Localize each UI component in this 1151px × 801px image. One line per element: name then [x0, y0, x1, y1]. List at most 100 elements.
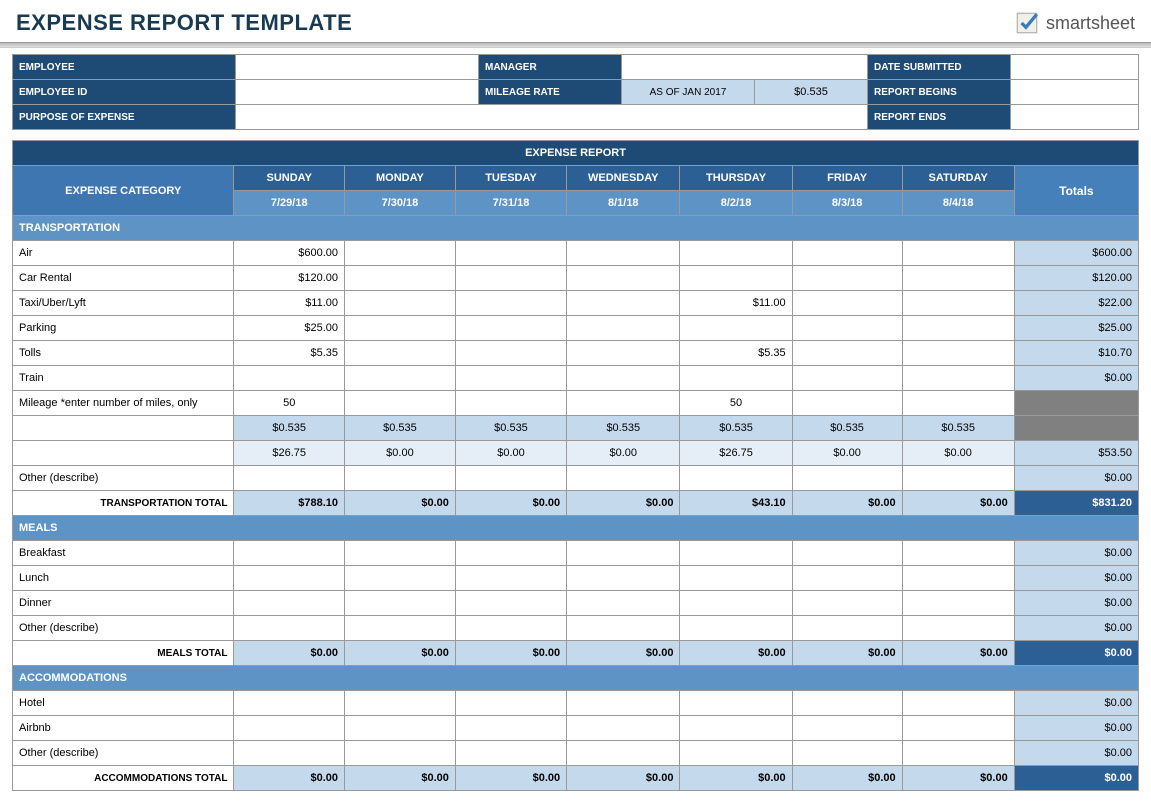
expense-cell[interactable] [567, 241, 680, 266]
expense-cell[interactable] [345, 466, 456, 491]
expense-cell[interactable] [680, 266, 792, 291]
expense-cell[interactable] [345, 291, 456, 316]
expense-cell[interactable] [792, 241, 902, 266]
expense-cell[interactable] [902, 241, 1014, 266]
expense-cell[interactable]: $26.75 [680, 441, 792, 466]
expense-cell[interactable]: $0.00 [455, 441, 566, 466]
expense-cell[interactable] [902, 541, 1014, 566]
expense-cell[interactable]: $0.535 [455, 416, 566, 441]
expense-cell[interactable] [455, 716, 566, 741]
expense-cell[interactable]: 50 [234, 391, 345, 416]
expense-cell[interactable] [902, 466, 1014, 491]
expense-cell[interactable] [455, 691, 566, 716]
expense-cell[interactable]: $600.00 [234, 241, 345, 266]
expense-cell[interactable]: 50 [680, 391, 792, 416]
expense-cell[interactable] [902, 291, 1014, 316]
expense-cell[interactable]: $0.00 [567, 441, 680, 466]
expense-cell[interactable] [234, 741, 345, 766]
expense-cell[interactable] [680, 316, 792, 341]
expense-cell[interactable] [792, 691, 902, 716]
date-submitted-cell[interactable] [1011, 55, 1139, 80]
expense-cell[interactable] [792, 591, 902, 616]
expense-cell[interactable] [680, 241, 792, 266]
expense-cell[interactable]: $0.00 [902, 441, 1014, 466]
expense-cell[interactable] [680, 741, 792, 766]
expense-cell[interactable]: $0.535 [567, 416, 680, 441]
report-ends-cell[interactable] [1011, 105, 1139, 130]
expense-cell[interactable]: $26.75 [234, 441, 345, 466]
expense-cell[interactable] [345, 566, 456, 591]
expense-cell[interactable] [567, 541, 680, 566]
expense-cell[interactable] [567, 391, 680, 416]
expense-cell[interactable] [567, 266, 680, 291]
expense-cell[interactable] [567, 316, 680, 341]
expense-cell[interactable] [902, 616, 1014, 641]
expense-cell[interactable] [902, 691, 1014, 716]
expense-cell[interactable] [567, 591, 680, 616]
expense-cell[interactable] [902, 266, 1014, 291]
expense-cell[interactable] [455, 266, 566, 291]
purpose-cell[interactable] [236, 105, 868, 130]
expense-cell[interactable] [345, 541, 456, 566]
expense-cell[interactable] [792, 341, 902, 366]
expense-cell[interactable] [792, 541, 902, 566]
expense-cell[interactable] [567, 341, 680, 366]
expense-cell[interactable]: $5.35 [680, 341, 792, 366]
expense-cell[interactable] [792, 716, 902, 741]
expense-cell[interactable] [345, 391, 456, 416]
expense-cell[interactable] [902, 716, 1014, 741]
expense-cell[interactable] [234, 541, 345, 566]
expense-cell[interactable] [680, 591, 792, 616]
report-begins-cell[interactable] [1011, 80, 1139, 105]
expense-cell[interactable] [567, 741, 680, 766]
expense-cell[interactable] [680, 466, 792, 491]
expense-cell[interactable] [455, 566, 566, 591]
expense-cell[interactable] [902, 566, 1014, 591]
expense-cell[interactable] [902, 591, 1014, 616]
expense-cell[interactable]: $25.00 [234, 316, 345, 341]
expense-cell[interactable] [902, 391, 1014, 416]
expense-cell[interactable] [455, 316, 566, 341]
expense-cell[interactable] [902, 741, 1014, 766]
expense-cell[interactable] [792, 291, 902, 316]
expense-cell[interactable] [345, 341, 456, 366]
expense-cell[interactable]: $0.535 [902, 416, 1014, 441]
expense-cell[interactable] [680, 541, 792, 566]
expense-cell[interactable] [234, 716, 345, 741]
expense-cell[interactable] [455, 541, 566, 566]
expense-cell[interactable] [455, 616, 566, 641]
expense-cell[interactable] [680, 691, 792, 716]
expense-cell[interactable] [567, 366, 680, 391]
expense-cell[interactable] [234, 591, 345, 616]
expense-cell[interactable] [455, 291, 566, 316]
expense-cell[interactable] [345, 616, 456, 641]
expense-cell[interactable]: $5.35 [234, 341, 345, 366]
expense-cell[interactable] [345, 241, 456, 266]
expense-cell[interactable] [680, 616, 792, 641]
expense-cell[interactable] [455, 391, 566, 416]
expense-cell[interactable]: $0.00 [792, 441, 902, 466]
expense-cell[interactable] [902, 366, 1014, 391]
expense-cell[interactable] [234, 691, 345, 716]
expense-cell[interactable] [680, 566, 792, 591]
expense-cell[interactable] [455, 341, 566, 366]
expense-cell[interactable] [567, 716, 680, 741]
expense-cell[interactable] [902, 316, 1014, 341]
employee-id-cell[interactable] [236, 80, 479, 105]
expense-cell[interactable] [345, 266, 456, 291]
expense-cell[interactable]: $0.535 [680, 416, 792, 441]
expense-cell[interactable] [902, 341, 1014, 366]
expense-cell[interactable]: $11.00 [234, 291, 345, 316]
expense-cell[interactable]: $0.00 [345, 441, 456, 466]
expense-cell[interactable] [680, 716, 792, 741]
expense-cell[interactable] [345, 591, 456, 616]
expense-cell[interactable] [234, 616, 345, 641]
expense-cell[interactable] [567, 566, 680, 591]
employee-cell[interactable] [236, 55, 479, 80]
expense-cell[interactable] [792, 616, 902, 641]
expense-cell[interactable] [567, 616, 680, 641]
expense-cell[interactable]: $0.535 [234, 416, 345, 441]
expense-cell[interactable] [455, 741, 566, 766]
expense-cell[interactable] [567, 691, 680, 716]
expense-cell[interactable]: $11.00 [680, 291, 792, 316]
